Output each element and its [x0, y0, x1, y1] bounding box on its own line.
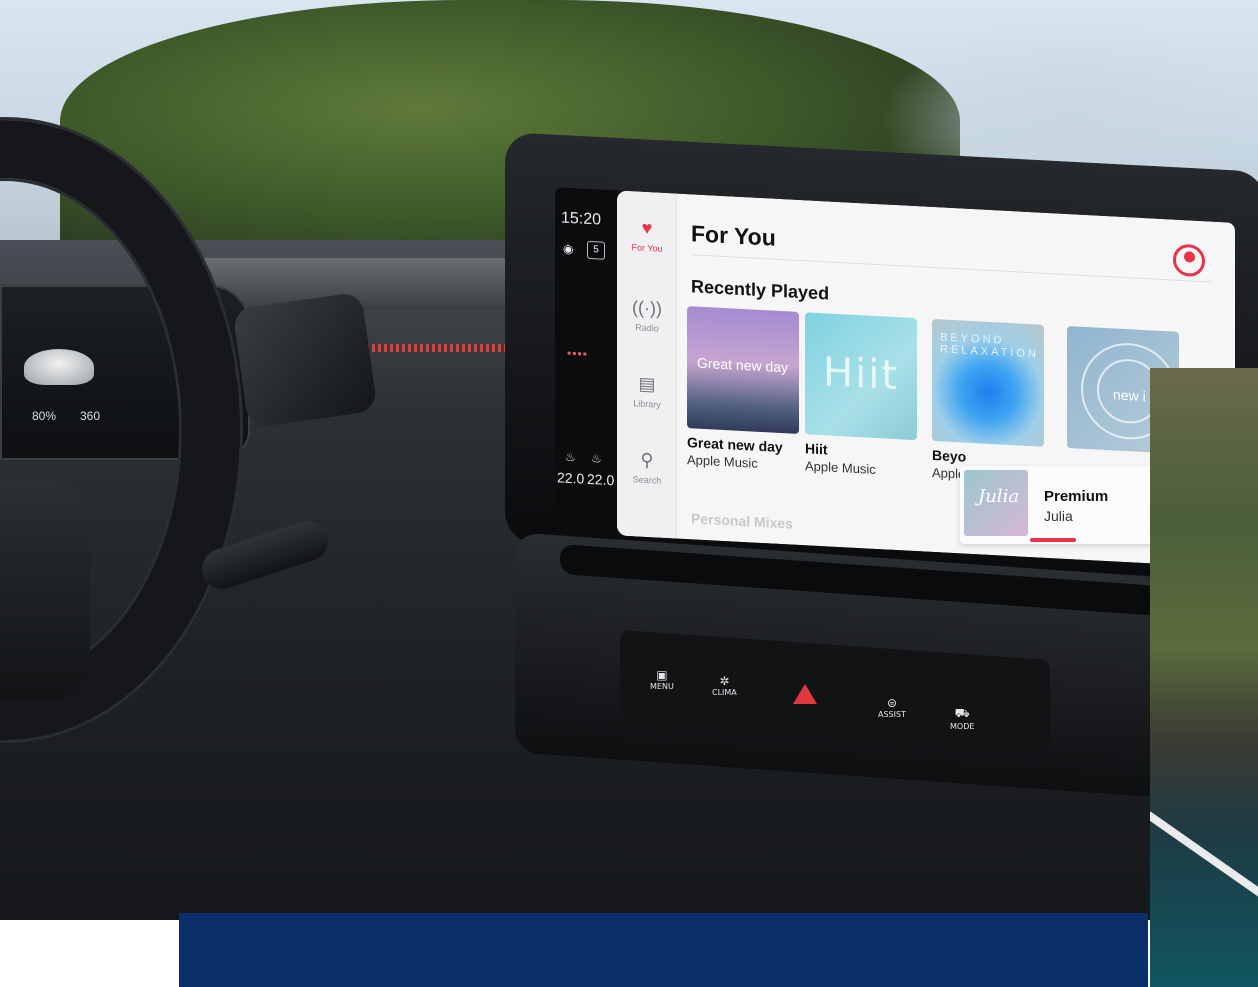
road-line — [1150, 811, 1258, 933]
nav-item-for-you[interactable]: ♥ For You — [617, 216, 677, 254]
apps-grid-icon[interactable]: ▪▪▪▪ — [567, 346, 588, 361]
heart-icon: ♥ — [641, 217, 653, 239]
album-tile[interactable]: Hiit — [805, 312, 917, 441]
album-art-text: new i — [1113, 386, 1146, 405]
album-tile[interactable]: BEYOND RELAXATION — [932, 318, 1044, 447]
nav-item-library[interactable]: ▤ Library — [617, 372, 677, 410]
title-divider — [691, 254, 1211, 283]
album-art-text: Hiit — [823, 349, 899, 400]
profile-icon[interactable] — [1173, 243, 1205, 278]
temp-right[interactable]: 22.0 — [587, 471, 614, 488]
album-title: Hiit — [805, 440, 828, 458]
mini-player[interactable]: Julia Premium Julia — [960, 466, 1160, 544]
album-title: Beyo — [932, 446, 967, 465]
album-art-text: Great new day — [697, 354, 789, 376]
road-photo-inset — [1150, 368, 1258, 987]
menu-icon: ▣ — [656, 668, 668, 682]
assist-button[interactable]: ⊜ ASSIST — [878, 696, 906, 719]
search-icon: ⚲ — [640, 449, 654, 471]
speed-limit-badge: 5 — [587, 240, 605, 260]
album-art-text: BEYOND RELAXATION — [940, 331, 1039, 361]
temp-left[interactable]: 22.0 — [557, 469, 584, 486]
nav-label: Search — [632, 474, 662, 486]
seat-heat-right-icon[interactable]: ♨ — [591, 451, 602, 466]
next-section-title: Personal Mixes — [691, 510, 793, 532]
playback-progress — [1030, 538, 1076, 542]
status-bar: 15:20 ◉ 5 ▪▪▪▪ ♨ ♨ 22.0 22.0 — [555, 187, 617, 536]
drive-selector — [232, 291, 378, 429]
album-subtitle: Apple Music — [805, 458, 876, 477]
car-mode-icon: ⛟ — [954, 706, 970, 720]
assist-icon: ⊜ — [886, 696, 897, 710]
radio-icon: ((·)) — [632, 297, 662, 319]
section-title: Recently Played — [691, 276, 830, 304]
album-subtitle: Apple Music — [687, 452, 758, 471]
cover-text: Julia — [978, 486, 1020, 507]
now-playing-artist: Julia — [1044, 508, 1073, 524]
mode-button[interactable]: ⛟ MODE — [950, 706, 974, 731]
button-label: MODE — [950, 722, 975, 731]
nav-label: Radio — [635, 322, 659, 334]
clock: 15:20 — [561, 209, 602, 229]
library-icon: ▤ — [638, 373, 656, 395]
steering-hub — [0, 480, 90, 700]
menu-button[interactable]: ▣ MENU — [650, 668, 674, 691]
globe-icon[interactable]: ◉ — [563, 242, 573, 257]
button-label: MENU — [650, 682, 674, 691]
photo-scene: 80% 360 D / B ■- N R 15:20 ◉ 5 ▪▪▪▪ ♨ ♨ … — [0, 0, 1258, 987]
page-title: For You — [691, 220, 776, 251]
blue-banner — [179, 913, 1148, 987]
hazard-icon[interactable] — [793, 684, 817, 704]
seat-heat-left-icon[interactable]: ♨ — [565, 450, 576, 465]
ambient-light-strip — [360, 344, 510, 352]
now-playing-title: Premium — [1044, 488, 1109, 505]
now-playing-cover: Julia — [964, 470, 1028, 536]
clima-button[interactable]: ✲ CLIMA — [712, 674, 737, 697]
nav-item-radio[interactable]: ((·)) Radio — [617, 296, 677, 334]
nav-label: Library — [633, 398, 661, 410]
album-tile[interactable]: Great new day — [687, 306, 799, 434]
button-label: ASSIST — [878, 710, 906, 719]
nav-label: For You — [631, 242, 663, 254]
nav-item-search[interactable]: ⚲ Search — [617, 448, 677, 486]
fan-icon: ✲ — [719, 674, 730, 688]
button-label: CLIMA — [712, 688, 737, 697]
nav-rail: ♥ For You ((·)) Radio ▤ Library ⚲ Search — [617, 190, 677, 539]
